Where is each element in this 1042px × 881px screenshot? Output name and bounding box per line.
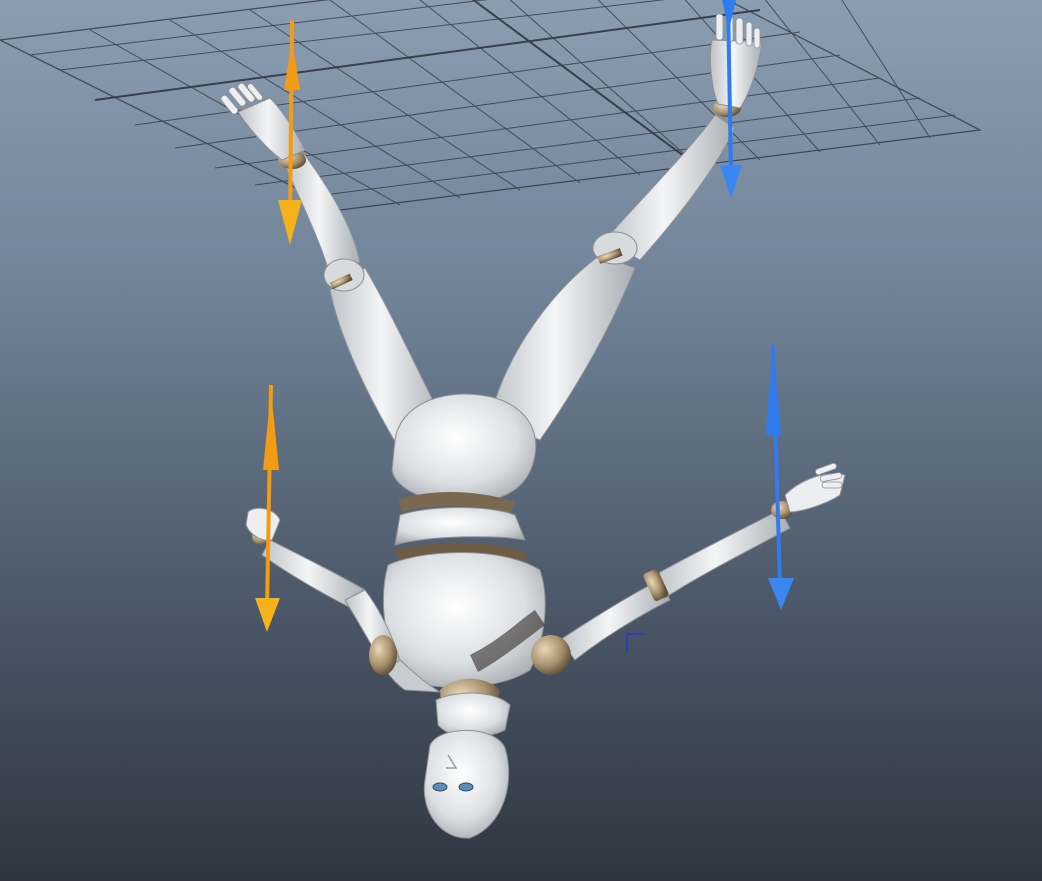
ik-manipulator-right-hand[interactable] bbox=[766, 344, 794, 610]
scene-canvas[interactable] bbox=[0, 0, 1042, 881]
pivot-marker[interactable] bbox=[626, 633, 645, 652]
right-shoulder-joint[interactable] bbox=[531, 635, 571, 675]
torso[interactable] bbox=[371, 507, 546, 693]
right-arm[interactable] bbox=[531, 462, 846, 675]
right-leg[interactable] bbox=[489, 13, 763, 441]
right-eye bbox=[458, 782, 474, 792]
ground-grid bbox=[0, 0, 983, 211]
mannequin-figure[interactable] bbox=[220, 13, 846, 839]
pelvis[interactable] bbox=[391, 393, 537, 515]
head[interactable] bbox=[423, 678, 511, 839]
left-eye bbox=[432, 782, 448, 792]
3d-viewport[interactable] bbox=[0, 0, 1042, 881]
